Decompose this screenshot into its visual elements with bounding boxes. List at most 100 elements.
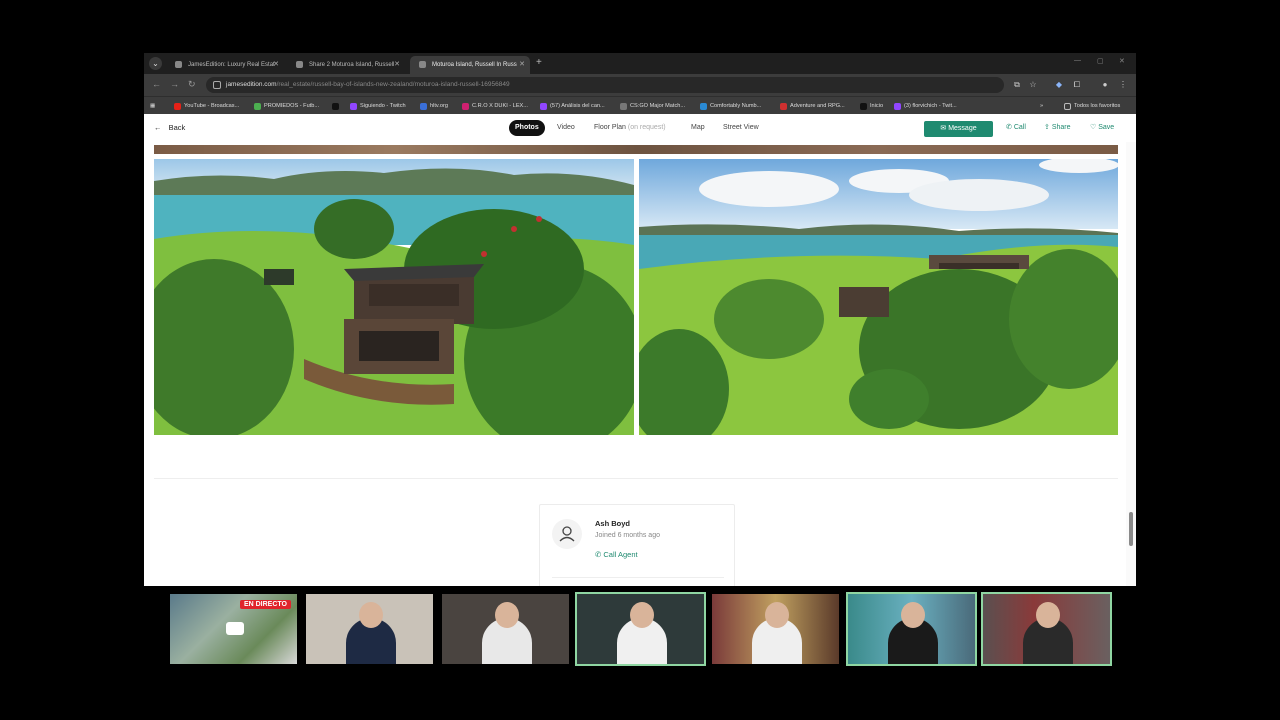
- agent-name: Ash Boyd: [595, 519, 631, 528]
- close-window-icon[interactable]: ✕: [1119, 57, 1125, 65]
- bookmark-item[interactable]: PROMIEDOS - Futb...: [254, 100, 319, 112]
- url-path: /real_estate/russell-bay-of-islands-new-…: [276, 81, 510, 88]
- stream-thumb-cam-1[interactable]: [304, 592, 435, 666]
- listing-photo-2[interactable]: [639, 159, 1118, 435]
- bookmark-item[interactable]: hltv.org: [420, 100, 448, 112]
- bookmark-item[interactable]: YouTube - Broadcas...: [174, 100, 239, 112]
- all-bookmarks-folder[interactable]: Todos los favoritos: [1064, 100, 1120, 112]
- streamer-head: [495, 602, 519, 628]
- mail-icon: ✉: [940, 125, 947, 132]
- bookmark-favicon-icon: [700, 103, 707, 110]
- site-favicon-icon: [175, 61, 182, 68]
- maximize-icon[interactable]: ▢: [1097, 57, 1104, 65]
- streamer-head: [1036, 602, 1060, 628]
- bookmark-favicon-icon: [620, 103, 627, 110]
- bookmark-item[interactable]: Adventure and RPG...: [780, 100, 845, 112]
- tab-share[interactable]: Share 2 Moturoa Island, Russell ✕: [287, 56, 405, 74]
- card-divider: [552, 577, 724, 578]
- tab-moturoa[interactable]: Moturoa Island, Russell In Russ ✕: [410, 56, 530, 74]
- bookmark-favicon-icon: [350, 103, 357, 110]
- back-arrow-icon[interactable]: ←: [152, 79, 161, 89]
- bookmark-favicon-icon: [894, 103, 901, 110]
- stream-thumb-cam-3[interactable]: [575, 592, 706, 666]
- previous-photo-edge[interactable]: [154, 145, 1118, 154]
- agent-avatar: [552, 519, 582, 549]
- close-tab-icon[interactable]: ✕: [394, 56, 400, 74]
- tab-video[interactable]: Video: [557, 120, 575, 136]
- x-logo-icon: [860, 103, 867, 110]
- chat-bubble-icon: [226, 622, 244, 635]
- stream-thumb-screen[interactable]: EN DIRECTO: [168, 592, 299, 666]
- minimize-icon[interactable]: —: [1074, 57, 1081, 64]
- listing-nav: ← Back Photos Video Floor Plan (on reque…: [144, 114, 1136, 142]
- scrollbar-thumb[interactable]: [1129, 512, 1133, 546]
- tab-photos[interactable]: Photos: [509, 120, 545, 136]
- heart-icon: ♡: [1090, 124, 1097, 131]
- call-agent-link[interactable]: ✆ Call Agent: [595, 550, 638, 559]
- x-logo-icon: [332, 103, 339, 110]
- call-button[interactable]: ✆ Call: [1006, 123, 1026, 131]
- phone-icon: ✆: [595, 550, 602, 559]
- extension-icon[interactable]: ◆: [1054, 80, 1064, 90]
- bookmark-favicon-icon: [254, 103, 261, 110]
- tab-floor-plan[interactable]: Floor Plan (on request): [594, 120, 666, 136]
- tab-bar: ⌄ JamesEdition: Luxury Real Estat ✕ Shar…: [144, 53, 1136, 74]
- install-app-icon[interactable]: ⧉: [1012, 80, 1022, 90]
- bookmark-star-icon[interactable]: ☆: [1028, 80, 1038, 90]
- tab-search-icon[interactable]: ⌄: [149, 57, 162, 70]
- url-bar[interactable]: jamesedition.com/real_estate/russell-bay…: [206, 77, 1004, 93]
- live-badge: EN DIRECTO: [239, 600, 291, 609]
- phone-icon: ✆: [1006, 124, 1012, 131]
- address-toolbar: ← → ↻ jamesedition.com/real_estate/russe…: [144, 74, 1136, 96]
- apps-grid-icon[interactable]: ▦: [150, 100, 155, 112]
- more-bookmarks-icon[interactable]: »: [1040, 100, 1043, 112]
- reload-icon[interactable]: ↻: [188, 79, 196, 90]
- bookmarks-bar: ▦ YouTube - Broadcas... PROMIEDOS - Futb…: [144, 96, 1136, 114]
- site-favicon-icon: [419, 61, 426, 68]
- site-info-icon[interactable]: [213, 81, 221, 89]
- bookmark-favicon-icon: [462, 103, 469, 110]
- profile-avatar-icon[interactable]: ●: [1100, 80, 1110, 90]
- tab-map[interactable]: Map: [691, 120, 705, 136]
- message-button[interactable]: ✉ Message: [924, 121, 993, 137]
- tab-street-view[interactable]: Street View: [723, 120, 759, 136]
- close-tab-icon[interactable]: ✕: [519, 56, 525, 74]
- url-domain: jamesedition.com: [226, 81, 277, 88]
- user-icon: [559, 526, 575, 542]
- listing-page: ← Back Photos Video Floor Plan (on reque…: [144, 114, 1136, 586]
- bookmark-item[interactable]: CS:GO Major Match...: [620, 100, 685, 112]
- bookmark-favicon-icon: [540, 103, 547, 110]
- bookmark-favicon-icon: [420, 103, 427, 110]
- stream-thumb-cam-6[interactable]: [981, 592, 1112, 666]
- stream-thumbnails: EN DIRECTO: [168, 592, 1112, 666]
- bookmark-favicon-icon: [174, 103, 181, 110]
- menu-kebab-icon[interactable]: ⋮: [1118, 80, 1128, 90]
- streamer-head: [901, 602, 925, 628]
- stream-thumb-cam-5[interactable]: [846, 592, 977, 666]
- bookmark-favicon-icon: [780, 103, 787, 110]
- section-divider: [154, 478, 1118, 479]
- bookmark-item[interactable]: C.R.O X DUKI - LEX...: [462, 100, 528, 112]
- bookmark-item[interactable]: Siguiendo - Twitch: [350, 100, 406, 112]
- stream-thumb-cam-2[interactable]: [440, 592, 571, 666]
- site-favicon-icon: [296, 61, 303, 68]
- bookmark-item[interactable]: Comfortably Numb...: [700, 100, 761, 112]
- bookmark-item[interactable]: (3) florvichich - Twit...: [894, 100, 957, 112]
- listing-photo-1[interactable]: [154, 159, 634, 435]
- bookmark-item[interactable]: Inicio: [860, 100, 883, 112]
- agent-joined: Joined 6 months ago: [595, 532, 660, 539]
- stream-thumb-cam-4[interactable]: [710, 592, 841, 666]
- back-button[interactable]: ← Back: [154, 123, 185, 132]
- streamer-head: [359, 602, 383, 628]
- page-scrollbar[interactable]: [1126, 142, 1136, 586]
- close-tab-icon[interactable]: ✕: [273, 56, 279, 74]
- forward-arrow-icon[interactable]: →: [170, 79, 179, 89]
- share-button[interactable]: ⇪ Share: [1044, 123, 1071, 131]
- agent-card: Ash Boyd Joined 6 months ago ✆ Call Agen…: [539, 504, 735, 586]
- bookmark-item[interactable]: (57) Análisis del can...: [540, 100, 605, 112]
- share-icon: ⇪: [1044, 124, 1050, 131]
- tab-jamesedition[interactable]: JamesEdition: Luxury Real Estat ✕: [166, 56, 284, 74]
- save-button[interactable]: ♡ Save: [1090, 123, 1114, 131]
- extensions-puzzle-icon[interactable]: ⧠: [1072, 80, 1082, 90]
- new-tab-button[interactable]: +: [536, 56, 542, 70]
